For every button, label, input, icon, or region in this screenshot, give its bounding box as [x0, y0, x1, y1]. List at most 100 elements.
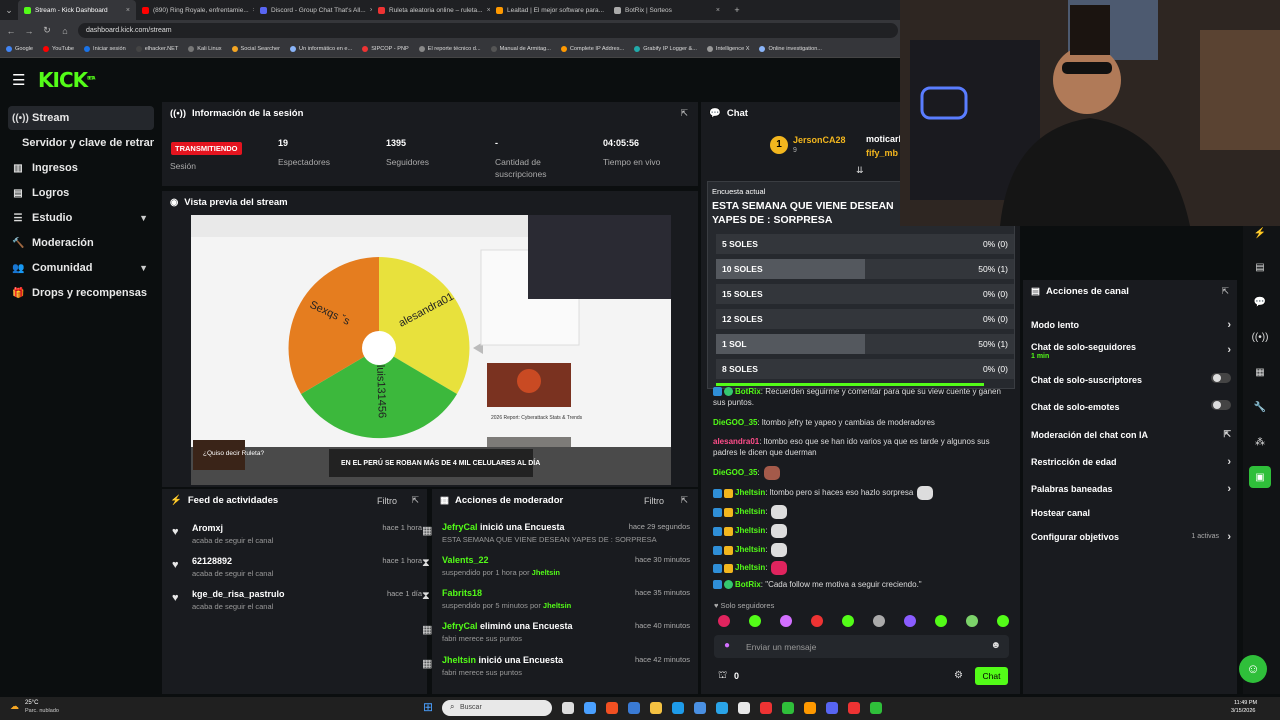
bookmark-item[interactable]: Intelligence X	[706, 46, 749, 52]
poll-option[interactable]: 15 SOLES 0% (0)	[716, 284, 1014, 304]
taskbar-app-icon[interactable]	[738, 702, 750, 714]
popout-icon[interactable]: ⇱	[680, 108, 688, 119]
emote-icon[interactable]	[842, 615, 854, 627]
bookmark-item[interactable]: Manual de Armitag...	[490, 46, 551, 52]
sidebar-item-community[interactable]: 👥 Comunidad ▼	[8, 256, 154, 280]
send-chat-button[interactable]: Chat	[975, 667, 1008, 685]
popout-icon[interactable]: ⇱	[411, 495, 419, 506]
emote-icon[interactable]	[780, 615, 792, 627]
bookmark-item[interactable]: SIPCOP - PNP	[362, 46, 409, 52]
taskbar-app-icon[interactable]	[628, 702, 640, 714]
forward-icon[interactable]: →	[24, 26, 34, 36]
close-icon[interactable]: ×	[126, 7, 130, 14]
popout-icon[interactable]: ⇱	[1221, 286, 1229, 297]
menu-icon[interactable]: ☰	[12, 71, 25, 89]
mod-action-by[interactable]: Jheltsin	[532, 568, 560, 577]
wrench-icon[interactable]: 🔧	[1249, 396, 1271, 418]
taskbar-app-icon[interactable]	[782, 702, 794, 714]
chat-username[interactable]: Jheltsin	[735, 563, 765, 572]
mod-action-user[interactable]: Valents_22	[442, 555, 489, 565]
taskbar-app-icon[interactable]	[870, 702, 882, 714]
channel-action-item[interactable]: Chat de solo-emotes	[1031, 400, 1231, 412]
browser-tab[interactable]: BotRix | Sorteos ×	[608, 0, 726, 20]
back-icon[interactable]: ←	[6, 26, 16, 36]
chat-username[interactable]: Jheltsin	[735, 488, 765, 497]
bookmark-item[interactable]: YouTube	[43, 46, 74, 52]
taskbar-app-icon[interactable]	[672, 702, 684, 714]
emote-icon[interactable]	[873, 615, 885, 627]
chat-username[interactable]: Jheltsin	[735, 507, 765, 516]
app-icon[interactable]: ▣	[1249, 466, 1271, 488]
emoji-icon[interactable]: ☻	[990, 640, 1001, 651]
emote-icon[interactable]	[749, 615, 761, 627]
bookmark-item[interactable]: Kali Linux	[188, 46, 222, 52]
chat-username[interactable]: alesandra01	[713, 437, 759, 446]
bookmark-item[interactable]: Social Searcher	[231, 46, 280, 52]
bookmark-item[interactable]: Online investigation...	[759, 46, 822, 52]
taskbar-app-icon[interactable]	[848, 702, 860, 714]
bookmark-item[interactable]: Grabify IP Logger &...	[634, 46, 697, 52]
mod-action-user[interactable]: JefryCal	[442, 522, 478, 532]
emote-icon[interactable]	[718, 615, 730, 627]
emote-icon[interactable]	[811, 615, 823, 627]
sidebar-item-drops[interactable]: 🎁 Drops y recompensas	[8, 281, 154, 305]
mod-action-by[interactable]: Jheltsin	[543, 601, 571, 610]
mod-filter-button[interactable]: Filtro	[644, 496, 664, 506]
home-icon[interactable]: ⌂	[60, 26, 70, 36]
taskbar-app-icon[interactable]	[584, 702, 596, 714]
chat-username[interactable]: DieGOO_35	[713, 418, 757, 427]
reload-icon[interactable]: ↻	[42, 25, 52, 36]
chat-bubble-icon[interactable]: 💬	[1249, 291, 1271, 313]
chat-username[interactable]: Jheltsin	[735, 526, 765, 535]
support-chat-icon[interactable]: ☺	[1239, 655, 1267, 683]
emote-icon[interactable]	[904, 615, 916, 627]
sidebar-item-achievements[interactable]: ▤ Logros	[8, 181, 154, 205]
settings-icon[interactable]: ⚙	[954, 670, 963, 681]
sidebar-item-studio[interactable]: ☰ Estudio ▼	[8, 206, 154, 230]
windows-start-icon[interactable]: ⊞	[423, 701, 435, 713]
close-icon[interactable]: ×	[716, 7, 720, 14]
taskbar-app-icon[interactable]	[760, 702, 772, 714]
new-tab-button[interactable]: +	[732, 5, 742, 15]
popout-icon[interactable]: ⇱	[680, 495, 688, 506]
browser-tab[interactable]: (890) Ring Royale, enfrentamie...×	[136, 0, 254, 20]
taskbar-app-icon[interactable]	[804, 702, 816, 714]
bookmark-item[interactable]: Google	[6, 46, 33, 52]
kick-logo[interactable]: KICKBETA	[38, 68, 95, 92]
browser-tab[interactable]: Discord - Group Chat That's All... ×	[254, 0, 372, 20]
taskbar-search[interactable]: ⌕ Buscar	[442, 700, 552, 716]
poll-option[interactable]: 12 SOLES 0% (0)	[716, 309, 1014, 329]
browser-tab[interactable]: Lealtad | El mejor software para...×	[490, 0, 608, 20]
chat-username[interactable]: BotRix	[735, 387, 761, 396]
bookmark-item[interactable]: Un informático en e...	[290, 46, 352, 52]
channel-action-item[interactable]: Moderación del chat con IA ⇱	[1031, 429, 1231, 440]
pinned-user[interactable]: fify_mb	[866, 148, 900, 158]
sidebar-item-revenue[interactable]: ▥ Ingresos	[8, 156, 154, 180]
expand-icon[interactable]: ⇊	[856, 165, 864, 176]
channel-action-item[interactable]: Hostear canal	[1031, 508, 1231, 518]
toggle-switch[interactable]	[1211, 400, 1231, 410]
channel-action-item[interactable]: Chat de solo-seguidores 1 min ›	[1031, 342, 1231, 360]
mod-action-user[interactable]: Fabrits18	[442, 588, 482, 598]
bolt-icon[interactable]: ⚡	[1249, 222, 1271, 244]
sidebar-item-moderation[interactable]: 🔨 Moderación	[8, 231, 154, 255]
url-input[interactable]: dashboard.kick.com/stream	[78, 23, 898, 38]
channel-action-item[interactable]: Restricción de edad ›	[1031, 456, 1231, 468]
pinned-user[interactable]: moticarl	[866, 134, 900, 144]
emote-icon[interactable]	[997, 615, 1009, 627]
taskbar-app-icon[interactable]	[650, 702, 662, 714]
log-icon[interactable]: ▦	[1249, 361, 1271, 383]
bookmark-item[interactable]: elhacker.NET	[135, 46, 178, 52]
chat-username[interactable]: BotRix	[735, 580, 761, 589]
taskbar-app-icon[interactable]	[716, 702, 728, 714]
browser-tab[interactable]: Stream - Kick Dashboard ×	[18, 0, 136, 20]
chat-username[interactable]: DieGOO_35	[713, 468, 757, 477]
users-icon[interactable]: ⁂	[1249, 431, 1271, 453]
emote-icon[interactable]	[966, 615, 978, 627]
browser-tab[interactable]: Ruleta aleatoria online – ruleta... ×	[372, 0, 490, 20]
taskbar-app-icon[interactable]	[606, 702, 618, 714]
feed-filter-button[interactable]: Filtro	[377, 496, 397, 506]
stream-preview[interactable]: alesandra01 luis131456 Sexqs ˇs ¿Quiso d…	[191, 215, 671, 485]
taskbar-app-icon[interactable]	[826, 702, 838, 714]
notes-icon[interactable]: ▤	[1249, 256, 1271, 278]
